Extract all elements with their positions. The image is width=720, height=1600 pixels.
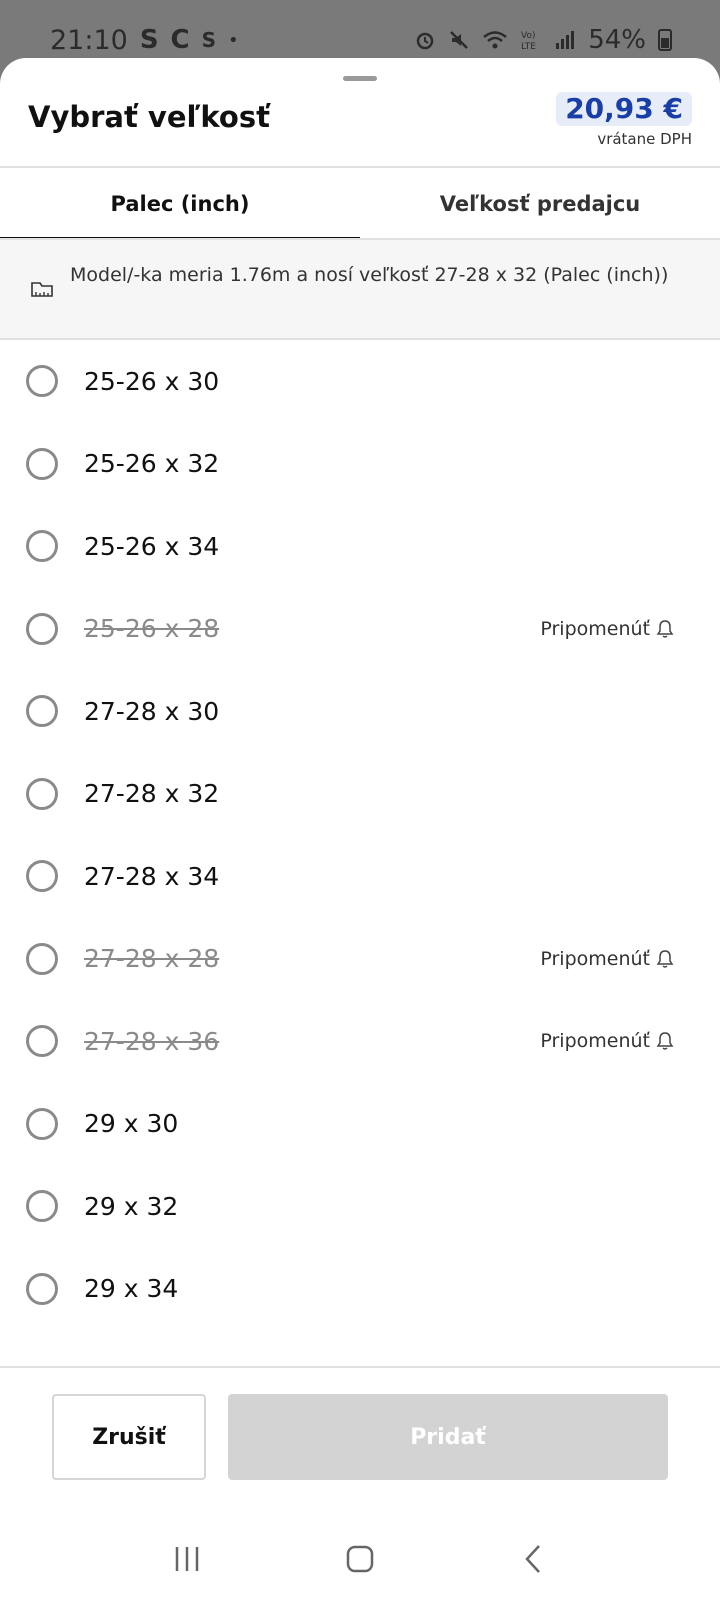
notification-dot-icon: •	[228, 29, 239, 51]
signal-icon	[556, 31, 575, 49]
size-label: 27-28 x 30	[84, 696, 220, 726]
drag-handle[interactable]	[343, 76, 377, 81]
samsung-s-icon: S	[139, 25, 159, 55]
size-option[interactable]: 29 x 32	[0, 1165, 720, 1248]
back-button[interactable]	[503, 1534, 563, 1584]
radio-button[interactable]	[26, 1272, 58, 1305]
size-label: 27-28 x 28	[84, 944, 220, 974]
system-nav-bar	[0, 1518, 720, 1600]
app-s-icon: S	[201, 28, 217, 52]
bell-icon	[656, 949, 674, 968]
home-icon	[346, 1545, 374, 1573]
size-label: 25-26 x 28	[84, 614, 220, 644]
battery-percent: 54%	[588, 25, 646, 55]
size-label: 29 x 30	[84, 1109, 179, 1139]
size-option[interactable]: 25-26 x 34	[0, 505, 720, 588]
alarm-icon	[416, 32, 434, 50]
radio-button[interactable]	[26, 942, 58, 975]
size-option[interactable]: 25-26 x 32	[0, 423, 720, 506]
size-system-tabs: Palec (inch) Veľkosť predajcu	[0, 168, 720, 240]
radio-button[interactable]	[26, 1190, 58, 1223]
size-option[interactable]: 25-26 x 30	[0, 340, 720, 423]
home-button[interactable]	[330, 1534, 390, 1584]
svg-text:LTE: LTE	[521, 42, 536, 52]
size-option[interactable]: 27-28 x 34	[0, 835, 720, 918]
remind-me-link[interactable]: Pripomenúť	[540, 1030, 674, 1052]
size-option[interactable]: 29 x 34	[0, 1248, 720, 1331]
remind-me-link[interactable]: Pripomenúť	[540, 618, 674, 640]
ruler-icon	[31, 282, 53, 297]
status-left: 21:10 S C S •	[50, 25, 239, 56]
bell-icon	[656, 619, 674, 638]
sync-c-icon: C	[170, 25, 190, 55]
model-size-text: Model/-ka meria 1.76m a nosí veľkosť 27-…	[70, 264, 669, 286]
sheet-header: Vybrať veľkosť 20,93 € vrátane DPH	[0, 84, 720, 168]
status-right: Vo) LTE 54%	[414, 25, 672, 55]
size-option[interactable]: 27-28 x 36 Pripomenúť	[0, 1000, 720, 1083]
size-list: 25-26 x 30 25-26 x 32 25-26 x 34 25-26 x 28…	[0, 340, 720, 1330]
size-option[interactable]: 27-28 x 28 Pripomenúť	[0, 918, 720, 1001]
recent-apps-icon	[175, 1547, 198, 1571]
cancel-button[interactable]: Zrušiť	[52, 1394, 206, 1480]
radio-button[interactable]	[26, 777, 58, 810]
size-option[interactable]: 27-28 x 32	[0, 753, 720, 836]
radio-button[interactable]	[26, 447, 58, 480]
size-option[interactable]: 29 x 30	[0, 1083, 720, 1166]
size-label: 29 x 32	[84, 1191, 179, 1221]
mute-icon	[450, 31, 469, 49]
svg-text:Vo): Vo)	[521, 31, 535, 41]
radio-button[interactable]	[26, 530, 58, 563]
sheet-title: Vybrať veľkosť	[28, 100, 270, 134]
status-time: 21:10	[50, 24, 128, 56]
battery-icon	[658, 29, 672, 51]
recent-apps-button[interactable]	[157, 1534, 217, 1584]
remind-label: Pripomenúť	[540, 1030, 650, 1053]
size-option[interactable]: 27-28 x 30	[0, 670, 720, 753]
price-badge: 20,93 €	[556, 92, 692, 126]
size-picker-sheet: Vybrať veľkosť 20,93 € vrátane DPH Palec…	[0, 58, 720, 1600]
radio-button[interactable]	[26, 860, 58, 893]
radio-button[interactable]	[26, 365, 58, 398]
wifi-icon	[483, 31, 507, 49]
remind-label: Pripomenúť	[540, 947, 650, 970]
model-size-banner: Model/-ka meria 1.76m a nosí veľkosť 27-…	[0, 240, 720, 340]
add-button[interactable]: Pridať	[228, 1394, 668, 1480]
radio-button[interactable]	[26, 695, 58, 728]
tab-inch[interactable]: Palec (inch)	[0, 168, 360, 240]
tab-retailer-size[interactable]: Veľkosť predajcu	[360, 168, 720, 240]
size-label: 27-28 x 32	[84, 779, 220, 809]
radio-button[interactable]	[26, 612, 58, 645]
radio-button[interactable]	[26, 1107, 58, 1140]
volte-icon: Vo)LTE	[521, 31, 536, 52]
size-label: 25-26 x 34	[84, 531, 220, 561]
remind-me-link[interactable]: Pripomenúť	[540, 948, 674, 970]
bell-icon	[656, 1032, 674, 1050]
size-option[interactable]: 25-26 x 28 Pripomenúť	[0, 588, 720, 671]
size-label: 25-26 x 32	[84, 449, 220, 479]
size-label: 27-28 x 36	[84, 1026, 220, 1056]
radio-button[interactable]	[26, 1025, 58, 1058]
footer-divider	[0, 1366, 720, 1368]
size-label: 29 x 34	[84, 1274, 179, 1304]
size-label: 27-28 x 34	[84, 861, 220, 891]
vat-note: vrátane DPH	[597, 130, 692, 148]
remind-label: Pripomenúť	[540, 617, 650, 640]
size-label: 25-26 x 30	[84, 366, 220, 396]
back-icon	[525, 1545, 541, 1573]
